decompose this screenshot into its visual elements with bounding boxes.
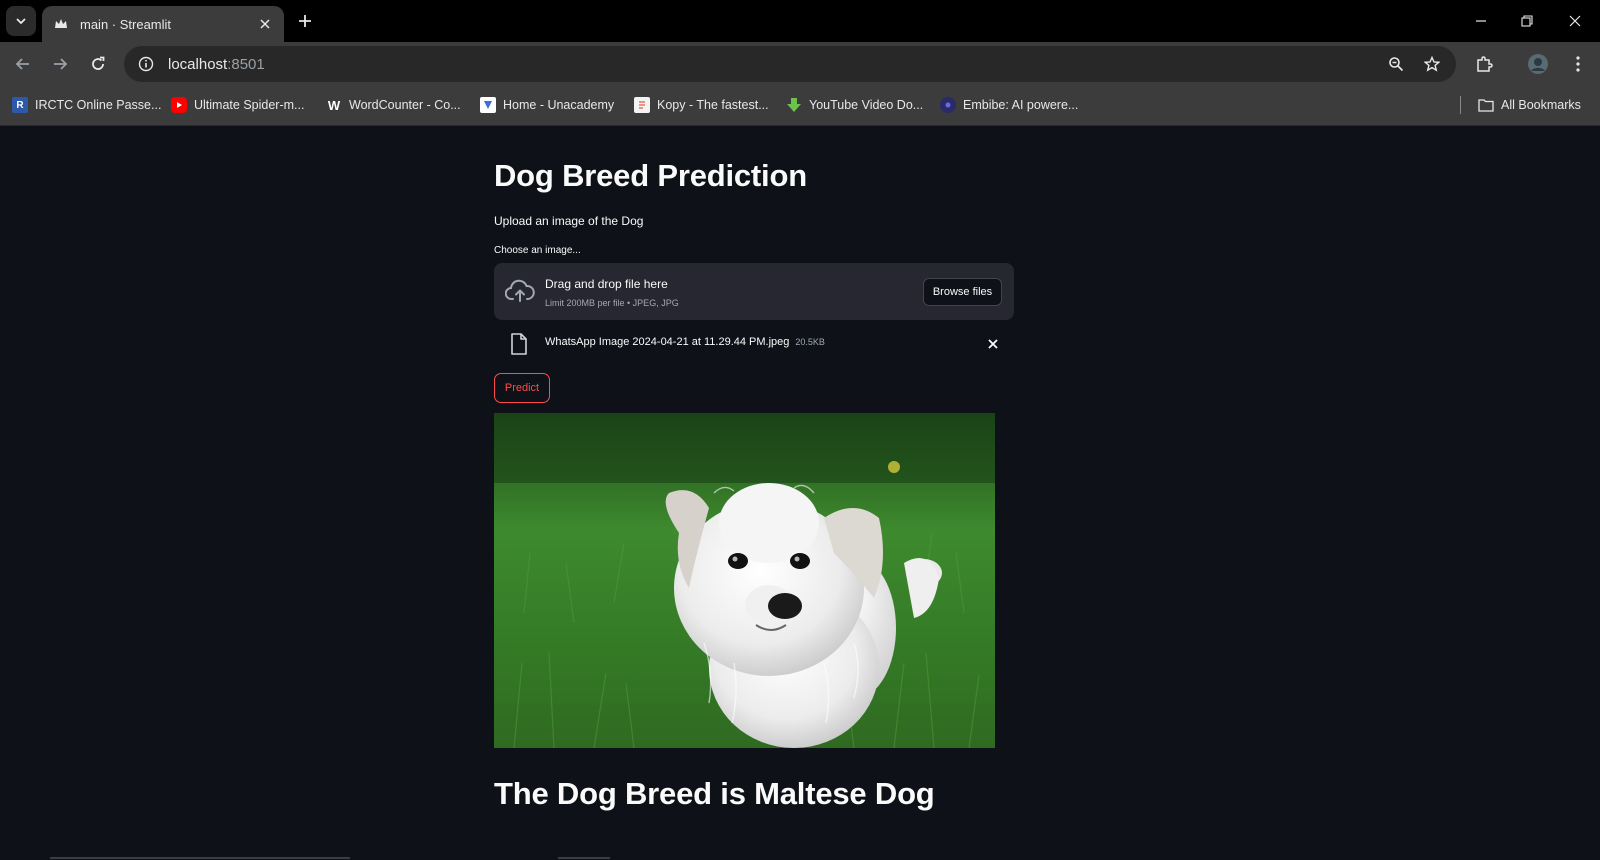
uploaded-dog-image [494,413,995,748]
url-text: localhost:8501 [168,56,265,73]
url-port: :8501 [227,55,265,73]
bookmark-kopy[interactable]: Kopy - The fastest... [634,94,769,116]
unacademy-icon [480,97,496,113]
file-dropzone[interactable]: Drag and drop file here Limit 200MB per … [494,263,1014,320]
browser-tab-active[interactable]: main · Streamlit [42,6,284,42]
site-info-icon[interactable] [128,46,164,82]
document-icon [634,97,650,113]
bookmark-label: IRCTC Online Passe... [35,98,162,112]
bookmark-embibe[interactable]: Embibe: AI powere... [940,94,1078,116]
zoom-icon[interactable] [1382,50,1410,78]
dog-photo [494,413,995,748]
streamlit-app: Dog Breed Prediction Upload an image of … [0,126,1600,860]
minimize-icon[interactable] [1458,0,1504,42]
back-arrow-icon[interactable] [9,50,37,78]
chevron-down-icon [16,18,26,25]
bookmark-star-icon[interactable] [1418,50,1446,78]
embibe-icon [940,97,956,113]
file-size: 20.5KB [795,337,825,347]
download-arrow-icon [786,97,802,113]
streamlit-crown-icon [54,16,70,32]
browser-tab-bar: main · Streamlit [0,0,1600,42]
wordcounter-icon: W [327,97,341,113]
dropzone-instructions: Drag and drop file here [545,277,668,291]
bookmark-wordcounter[interactable]: W WordCounter - Co... [326,94,461,116]
url-host: localhost [168,55,228,73]
address-bar[interactable]: localhost:8501 [124,46,1456,82]
forward-arrow-icon[interactable] [46,50,74,78]
all-bookmarks-label: All Bookmarks [1501,98,1581,112]
predict-button[interactable]: Predict [494,373,550,403]
reload-icon[interactable] [84,50,112,78]
scroll-indicator [50,857,350,859]
youtube-icon [171,97,187,113]
bookmark-youtube-downloader[interactable]: YouTube Video Do... [786,94,923,116]
page-subtitle: Upload an image of the Dog [494,214,644,228]
profile-avatar[interactable] [1524,50,1552,78]
cloud-upload-icon [505,279,535,302]
bookmark-irctc[interactable]: R IRCTC Online Passe... [12,94,161,116]
bookmark-label: YouTube Video Do... [809,98,924,112]
file-name-text: WhatsApp Image 2024-04-21 at 11.29.44 PM… [545,336,790,348]
bookmarks-bar: R IRCTC Online Passe... Ultimate Spider-… [0,84,1600,126]
scroll-indicator [558,857,610,859]
tab-title: main · Streamlit [80,16,172,32]
dropzone-limit-text: Limit 200MB per file • JPEG, JPG [545,298,679,308]
bookmark-label: Kopy - The fastest... [657,98,769,112]
browser-toolbar: localhost:8501 [0,42,1600,84]
browser-menu-icon[interactable] [1564,50,1592,78]
bookmark-label: Embibe: AI powere... [963,98,1079,112]
bookmark-label: WordCounter - Co... [349,98,461,112]
bookmark-label: Home - Unacademy [503,98,615,112]
tab-search-button[interactable] [6,6,36,36]
remove-file-close-icon[interactable] [984,335,1002,353]
folder-icon [1478,97,1494,113]
bookmark-unacademy[interactable]: Home - Unacademy [480,94,614,116]
bookmark-spider-man[interactable]: Ultimate Spider-m... [171,94,304,116]
irctc-icon: R [12,97,28,113]
extensions-puzzle-icon[interactable] [1470,50,1498,78]
bookmarks-divider [1460,96,1461,114]
window-close-icon[interactable] [1552,0,1598,42]
uploaded-file-row: WhatsApp Image 2024-04-21 at 11.29.44 PM… [494,329,1014,359]
bookmark-label: Ultimate Spider-m... [194,98,305,112]
tab-close-icon[interactable] [256,15,274,33]
file-icon [511,333,527,355]
uploaded-file-name: WhatsApp Image 2024-04-21 at 11.29.44 PM… [545,336,825,348]
page-title: Dog Breed Prediction [494,158,807,193]
restore-icon[interactable] [1504,0,1550,42]
file-uploader-label: Choose an image... [494,245,581,256]
browse-files-button[interactable]: Browse files [923,278,1002,306]
all-bookmarks[interactable]: All Bookmarks [1478,94,1581,116]
new-tab-plus-icon[interactable] [294,10,316,32]
prediction-result: The Dog Breed is Maltese Dog [494,776,935,811]
